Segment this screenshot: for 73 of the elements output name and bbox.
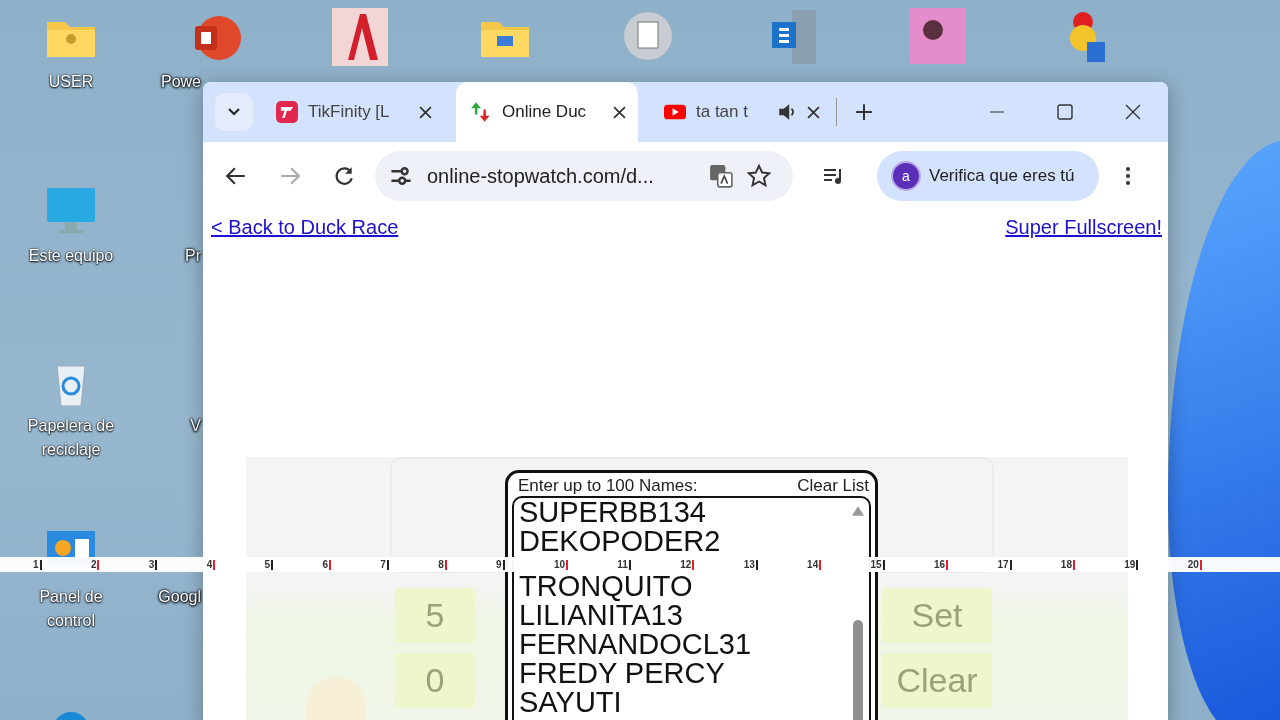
- race-marker-number: 18: [1060, 559, 1072, 570]
- close-tab-icon[interactable]: [419, 105, 432, 119]
- desktop-icon-label[interactable]: Googl: [155, 585, 201, 609]
- clear-list-button[interactable]: Clear List: [797, 476, 869, 496]
- race-marker-number: 11: [617, 559, 628, 570]
- profile-label: Verifica que eres tú: [929, 166, 1075, 186]
- race-marker-number: 14: [807, 559, 819, 570]
- race-marker-number: 6: [322, 559, 328, 570]
- race-marker-number: 8: [438, 559, 444, 570]
- race-marker-number: 20: [1187, 559, 1199, 570]
- desktop-icon-label[interactable]: Powe: [155, 70, 201, 94]
- cad-app-icon[interactable]: [330, 8, 390, 68]
- browser-tab[interactable]: Online Duc: [456, 82, 638, 142]
- menu-icon[interactable]: [1125, 165, 1131, 187]
- game-button[interactable]: Set: [882, 588, 992, 643]
- name-entry: FREDY PERCY: [519, 659, 726, 688]
- desktop-icon-label[interactable]: Pr: [155, 244, 201, 268]
- close-tab-icon[interactable]: [613, 105, 626, 119]
- name-entry: SAYUTI: [519, 688, 623, 717]
- maximize-icon[interactable]: [1057, 104, 1073, 120]
- tune-icon[interactable]: [389, 164, 413, 188]
- desktop-icon-label[interactable]: V: [155, 414, 201, 438]
- game-button[interactable]: 5: [395, 588, 475, 643]
- address-bar[interactable]: online-stopwatch.com/d...: [375, 151, 793, 201]
- race-marker-number: 5: [264, 559, 271, 570]
- race-marker-number: 9: [496, 559, 502, 570]
- race-marker-number: 15: [870, 559, 882, 570]
- browser-tab[interactable]: ta tan t: [650, 82, 832, 142]
- tab-title: Online Duc: [502, 102, 588, 122]
- close-tab-icon[interactable]: [807, 105, 820, 119]
- name-entry: FERNANDOCL31: [519, 630, 753, 659]
- reload-icon[interactable]: [333, 165, 355, 187]
- desktop-icon-label[interactable]: USER: [48, 70, 94, 94]
- race-marker-number: 12: [680, 559, 692, 570]
- back-link[interactable]: < Back to Duck Race: [211, 216, 399, 239]
- close-icon[interactable]: [1125, 104, 1141, 120]
- race-marker-number: 16: [933, 559, 946, 570]
- fullscreen-link[interactable]: Super Fullscreen!: [1005, 216, 1162, 239]
- star-icon[interactable]: [747, 164, 771, 188]
- race-marker-number: 19: [1124, 559, 1136, 570]
- translate-icon[interactable]: [709, 164, 733, 188]
- tab-title: ta tan t: [696, 102, 749, 122]
- race-marker-number: 7: [380, 559, 386, 570]
- tab-title: TikFinity [L: [308, 102, 391, 122]
- name-entry: TRONQUITO: [519, 572, 694, 601]
- race-marker-number: 1: [33, 559, 39, 570]
- desktop-icon-label[interactable]: Panel de control: [16, 585, 126, 633]
- new-tab-icon[interactable]: [855, 103, 873, 121]
- avatar-initial: a: [893, 163, 919, 189]
- back-icon[interactable]: [225, 165, 247, 187]
- speaker-icon[interactable]: [777, 102, 797, 122]
- caret-icon: [228, 108, 240, 116]
- name-entry: LILIANITA13: [519, 601, 683, 630]
- game-button[interactable]: 0: [395, 653, 475, 708]
- race-marker-number: 4: [206, 559, 213, 570]
- tab-favicon-icon: [276, 101, 298, 123]
- desktop-icon-label[interactable]: Este equipo: [28, 244, 114, 268]
- tab-search-button[interactable]: [215, 93, 253, 131]
- race-marker-number: 17: [997, 559, 1009, 570]
- game-button[interactable]: Clear: [882, 653, 992, 708]
- race-marker-number: 13: [743, 559, 755, 570]
- desktop-icon-label[interactable]: Papelera de reciclaje: [16, 414, 126, 462]
- scroll-up-icon[interactable]: [852, 506, 864, 516]
- name-entry: SUPERBB134: [519, 498, 707, 527]
- race-marker-number: 3: [148, 559, 155, 570]
- url-text: online-stopwatch.com/d...: [427, 164, 655, 188]
- race-marker-number: 2: [90, 559, 97, 570]
- names-heading: Enter up to 100 Names:: [518, 476, 698, 496]
- browser-tab[interactable]: TikFinity [L: [262, 82, 444, 142]
- arrows-icon: [470, 101, 492, 123]
- race-marker-number: 10: [553, 559, 565, 570]
- name-entry: DEKOPODER2: [519, 527, 722, 556]
- profile-button[interactable]: a Verifica que eres tú: [877, 151, 1099, 201]
